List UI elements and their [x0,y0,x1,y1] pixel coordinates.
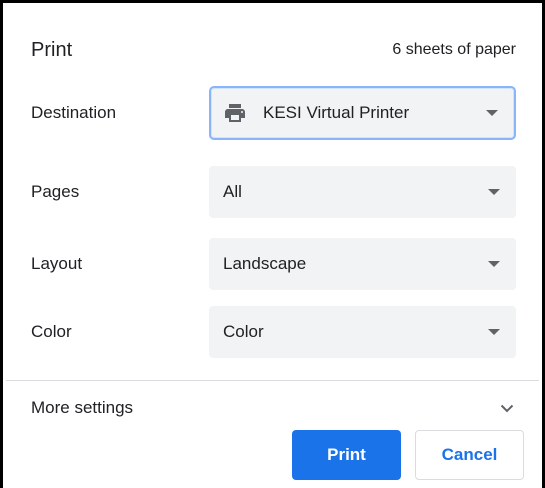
color-label: Color [31,322,72,341]
pages-row: Pages All [31,166,516,218]
color-select[interactable]: Color [209,306,516,358]
print-button[interactable]: Print [292,430,401,480]
print-dialog: Print 6 sheets of paper Destination KESI… [0,0,545,488]
destination-row: Destination KESI Virtual Printer [31,86,516,140]
color-row: Color Color [31,306,516,358]
destination-value: KESI Virtual Printer [263,103,410,122]
pages-value: All [223,182,242,201]
color-value: Color [223,322,264,341]
layout-value: Landscape [223,254,307,273]
section-divider [6,380,539,381]
destination-label: Destination [31,103,117,122]
dropdown-arrow-icon [488,329,500,335]
more-settings-label: More settings [31,398,134,417]
cancel-button[interactable]: Cancel [415,430,524,480]
destination-select[interactable]: KESI Virtual Printer [209,86,516,140]
dialog-title: Print [31,38,73,61]
dropdown-arrow-icon [488,189,500,195]
pages-select[interactable]: All [209,166,516,218]
pages-label: Pages [31,182,80,201]
more-settings-toggle[interactable]: More settings [31,395,516,421]
printer-icon [223,101,247,125]
sheet-count: 6 sheets of paper [392,41,516,58]
layout-label: Layout [31,254,83,273]
dropdown-arrow-icon [488,261,500,267]
layout-row: Layout Landscape [31,238,516,290]
dropdown-arrow-icon [486,110,498,116]
layout-select[interactable]: Landscape [209,238,516,290]
chevron-down-icon [498,399,516,417]
dialog-header: Print 6 sheets of paper [31,37,516,63]
